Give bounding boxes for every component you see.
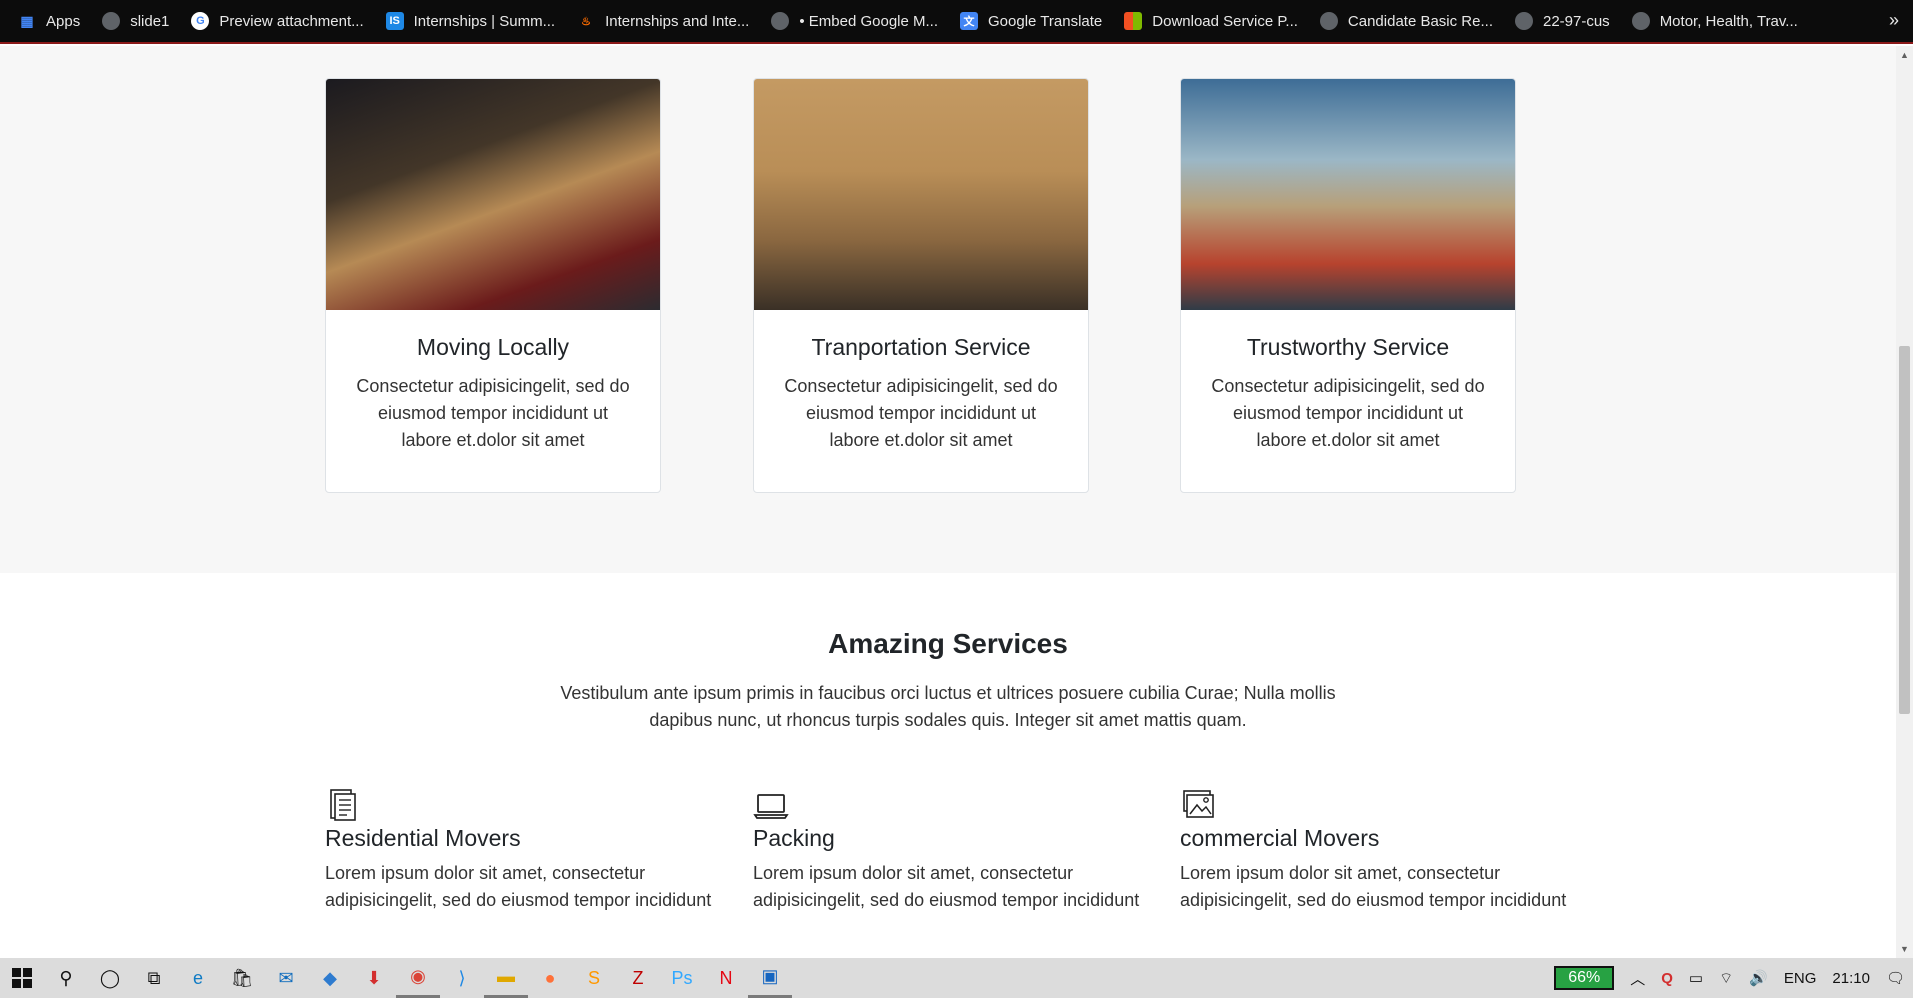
- system-tray: 66% ︿ Q ▭ ⌔ 🔊 ENG 21:10 🗨: [1546, 958, 1913, 998]
- bookmark-apps[interactable]: ▦ Apps: [18, 12, 80, 30]
- download-app-icon[interactable]: ⬇: [352, 958, 396, 998]
- chrome-icon[interactable]: ◉: [396, 958, 440, 998]
- internshala-icon: IS: [385, 12, 404, 30]
- globe-icon: [1514, 12, 1533, 30]
- bookmark-download-service[interactable]: Download Service P...: [1124, 12, 1298, 30]
- page-content: Moving Locally Consectetur adipisicingel…: [0, 46, 1896, 958]
- globe-icon: [102, 12, 121, 30]
- card-title: Tranportation Service: [811, 334, 1031, 360]
- card-image: [1181, 79, 1515, 310]
- sublime-icon[interactable]: S: [572, 958, 616, 998]
- feature-title: commercial Movers: [1180, 825, 1380, 851]
- store-icon[interactable]: 🛍: [220, 958, 264, 998]
- feature-title: Packing: [753, 825, 835, 851]
- feature-residential-movers: Residential Movers Lorem ipsum dolor sit…: [325, 787, 725, 914]
- card-text: Consectetur adipisicingelit, sed do eius…: [356, 376, 630, 450]
- bookmark-preview-attachment[interactable]: G Preview attachment...: [191, 12, 364, 30]
- bookmark-internships-and-inte[interactable]: ♨ Internships and Inte...: [577, 12, 749, 30]
- cortana-icon[interactable]: ◯: [88, 958, 132, 998]
- clock[interactable]: 21:10: [1832, 970, 1870, 987]
- windows-taskbar: ⚲ ◯ ⧉ e 🛍 ✉ ◆ ⬇ ◉ ⟩ ▬ ● S Z Ps N ▣ 66% ︿…: [0, 958, 1913, 998]
- service-card-moving-locally: Moving Locally Consectetur adipisicingel…: [325, 78, 661, 493]
- google-translate-icon: 文: [960, 12, 979, 30]
- vscode-icon[interactable]: ⟩: [440, 958, 484, 998]
- card-image: [754, 79, 1088, 310]
- card-image: [326, 79, 660, 310]
- feature-title: Residential Movers: [325, 825, 521, 851]
- chevron-right-double-icon[interactable]: »: [1889, 10, 1899, 31]
- photos-icon[interactable]: ▣: [748, 958, 792, 998]
- search-icon[interactable]: ⚲: [44, 958, 88, 998]
- photoshop-icon[interactable]: Ps: [660, 958, 704, 998]
- bookmark-internships-summer[interactable]: IS Internships | Summ...: [385, 12, 555, 30]
- bookmark-motor-health[interactable]: Motor, Health, Trav...: [1631, 12, 1798, 30]
- feature-text: Lorem ipsum dolor sit amet, consectetur …: [1180, 863, 1567, 910]
- file-explorer-icon[interactable]: ▬: [484, 958, 528, 998]
- notifications-icon[interactable]: 🗨: [1886, 969, 1905, 987]
- windows-start-icon[interactable]: [0, 958, 44, 998]
- section-subtitle: Vestibulum ante ipsum primis in faucibus…: [560, 683, 1336, 730]
- laptop-icon: [753, 794, 789, 819]
- bookmarks-bar: ▦ Apps slide1 G Preview attachment... IS In…: [0, 0, 1913, 44]
- scroll-up-arrow-icon[interactable]: ▲: [1900, 50, 1909, 60]
- chevron-up-icon[interactable]: ︿: [1630, 968, 1645, 989]
- document-icon: [330, 789, 356, 821]
- page-scrollbar[interactable]: ▲ ▼: [1896, 46, 1913, 958]
- feature-text: Lorem ipsum dolor sit amet, consectetur …: [325, 863, 712, 910]
- service-card-transportation: Tranportation Service Consectetur adipis…: [753, 78, 1089, 493]
- q-app-icon[interactable]: Q: [1661, 970, 1673, 987]
- feature-text: Lorem ipsum dolor sit amet, consectetur …: [753, 863, 1140, 910]
- wifi-icon[interactable]: ⌔: [1719, 969, 1733, 988]
- bookmark-slide1[interactable]: slide1: [102, 12, 169, 30]
- scroll-down-arrow-icon[interactable]: ▼: [1900, 944, 1909, 954]
- battery-icon[interactable]: ▭: [1689, 969, 1703, 987]
- microsoft-icon: [1124, 12, 1143, 30]
- scrollbar-thumb[interactable]: [1899, 346, 1910, 714]
- edge-icon[interactable]: e: [176, 958, 220, 998]
- apps-grid-icon: ▦: [20, 12, 34, 29]
- mail-icon[interactable]: ✉: [264, 958, 308, 998]
- gallery-icon: [1183, 790, 1214, 818]
- section-title: Amazing Services: [828, 628, 1068, 659]
- app-icon[interactable]: ◆: [308, 958, 352, 998]
- globe-icon: [1319, 12, 1338, 30]
- filezilla-icon[interactable]: Z: [616, 958, 660, 998]
- card-text: Consectetur adipisicingelit, sed do eius…: [1211, 376, 1485, 450]
- card-title: Trustworthy Service: [1246, 334, 1450, 360]
- card-title: Moving Locally: [416, 334, 570, 360]
- netflix-icon[interactable]: N: [704, 958, 748, 998]
- card-text: Consectetur adipisicingelit, sed do eius…: [784, 376, 1058, 450]
- feature-commercial-movers: commercial Movers Lorem ipsum dolor sit …: [1180, 787, 1580, 914]
- bookmark-google-translate[interactable]: 文 Google Translate: [960, 12, 1102, 30]
- service-card-trustworthy: Trustworthy Service Consectetur adipisic…: [1180, 78, 1516, 493]
- bookmark-candidate-basic[interactable]: Candidate Basic Re...: [1319, 12, 1493, 30]
- volume-icon[interactable]: 🔊: [1749, 969, 1768, 987]
- bookmark-embed-google-maps[interactable]: • Embed Google M...: [771, 12, 938, 30]
- globe-icon: [771, 12, 790, 30]
- globe-icon: [1631, 12, 1650, 30]
- bookmark-22-97-cus[interactable]: 22-97-cus: [1514, 12, 1610, 30]
- flame-icon: ♨: [581, 15, 592, 28]
- google-icon: G: [191, 12, 210, 30]
- language-indicator[interactable]: ENG: [1784, 970, 1817, 987]
- feature-packing: Packing Lorem ipsum dolor sit amet, cons…: [753, 787, 1153, 914]
- battery-indicator[interactable]: 66%: [1554, 966, 1615, 990]
- task-view-icon[interactable]: ⧉: [132, 958, 176, 998]
- firefox-icon[interactable]: ●: [528, 958, 572, 998]
